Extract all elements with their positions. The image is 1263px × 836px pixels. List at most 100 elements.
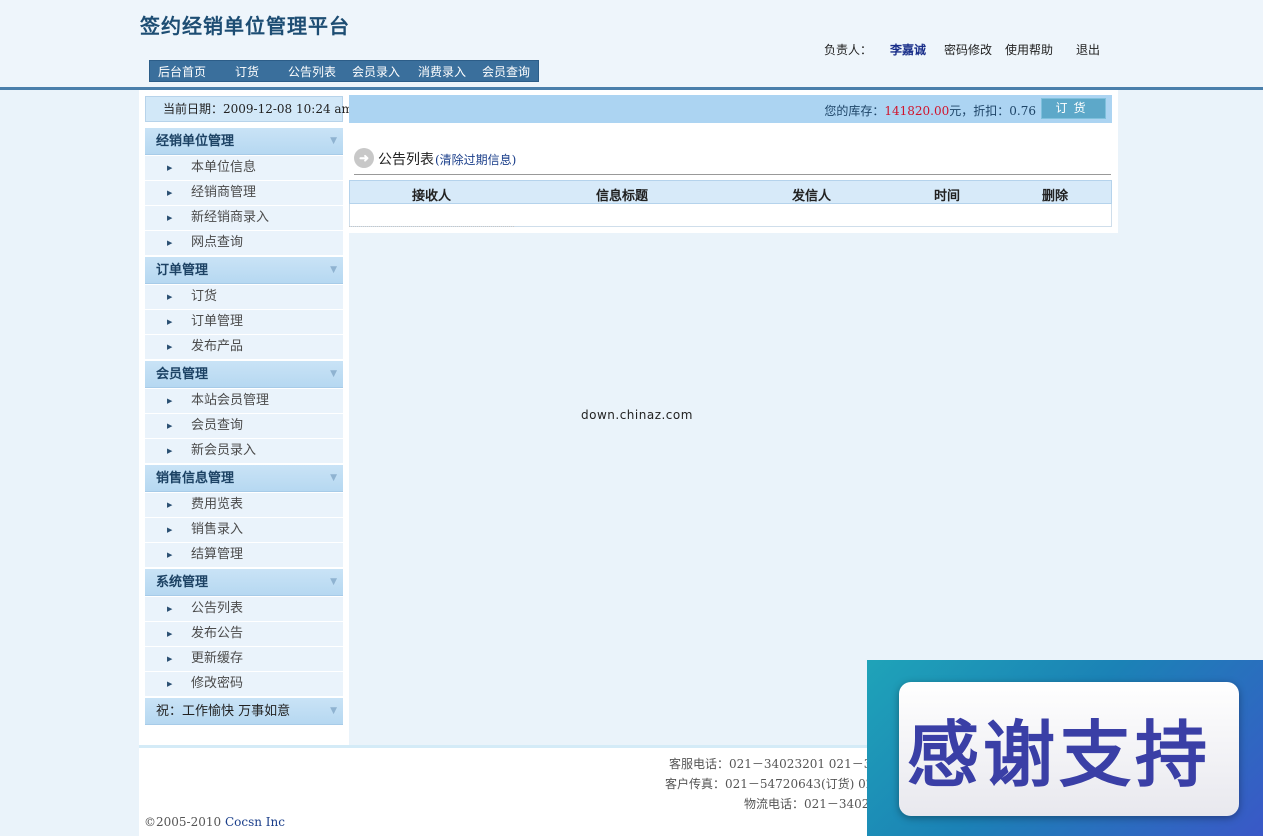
- menu-item-outlet-query[interactable]: ▶ 网点查询: [145, 231, 343, 256]
- app-title: 签约经销单位管理平台: [140, 14, 350, 38]
- nav-home[interactable]: 后台首页: [158, 63, 206, 80]
- menu-item-label: 新经销商录入: [191, 210, 270, 225]
- triangle-right-icon: ▶: [167, 214, 173, 222]
- chevron-down-icon: ▼: [330, 706, 337, 716]
- column-title: 信息标题: [596, 189, 649, 204]
- menu-item-unit-info[interactable]: ▶ 本单位信息: [145, 156, 343, 181]
- menu-item-publish-notice[interactable]: ▶ 发布公告: [145, 622, 343, 647]
- menu-item-label: 网点查询: [191, 235, 244, 250]
- menu-group-orders[interactable]: 订单管理 ▼: [145, 257, 343, 284]
- main-content: 您的库存：141820.00元，折扣：0.76 订货 ➜ 公告列表 (清除过期信…: [349, 90, 1118, 233]
- section-title: 公告列表: [378, 152, 434, 168]
- menu-item-label: 本站会员管理: [191, 393, 270, 408]
- nav-member-query[interactable]: 会员查询: [482, 63, 530, 80]
- menu-group-members[interactable]: 会员管理 ▼: [145, 361, 343, 388]
- menu-item-member-query[interactable]: ▶ 会员查询: [145, 414, 343, 439]
- chevron-down-icon: ▼: [330, 577, 337, 587]
- stock-amount: 141820.00: [884, 104, 950, 118]
- menu-item-label: 订单管理: [191, 314, 244, 329]
- menu-item-label: 公告列表: [191, 601, 244, 616]
- menu-item-expense-overview[interactable]: ▶ 费用览表: [145, 493, 343, 518]
- greeting-bar: 祝：工作愉快 万事如意 ▼: [145, 698, 343, 725]
- menu-item-label: 修改密码: [191, 676, 244, 691]
- triangle-right-icon: ▶: [167, 189, 173, 197]
- menu-item-notice-list[interactable]: ▶ 公告列表: [145, 597, 343, 622]
- order-button[interactable]: 订货: [1041, 98, 1106, 119]
- header: 签约经销单位管理平台 负责人： 李嘉诚 密码修改 使用帮助 退出 后台首页 订货…: [0, 0, 1263, 90]
- footer-logistics-phone: 物流电话：021－34028: [744, 797, 878, 811]
- menu-item-label: 费用览表: [191, 497, 244, 512]
- triangle-right-icon: ▶: [167, 447, 173, 455]
- menu-item-label: 本单位信息: [191, 160, 257, 175]
- clear-expired-link[interactable]: (清除过期信息): [435, 151, 516, 168]
- menu-item-label: 发布公告: [191, 626, 244, 641]
- triangle-right-icon: ▶: [167, 605, 173, 613]
- stock-bar: 您的库存：141820.00元，折扣：0.76 订货: [349, 95, 1112, 123]
- current-date: 当前日期：2009-12-08 10:24 am: [145, 96, 353, 122]
- nav-order[interactable]: 订货: [235, 63, 259, 80]
- menu-item-order-manage[interactable]: ▶ 订单管理: [145, 310, 343, 335]
- menu-item-refresh-cache[interactable]: ▶ 更新缓存: [145, 647, 343, 672]
- thanks-text: 感谢支持: [907, 713, 1212, 797]
- nav-notice-list[interactable]: 公告列表: [288, 63, 336, 80]
- menu-item-sales-entry[interactable]: ▶ 销售录入: [145, 518, 343, 543]
- triangle-right-icon: ▶: [167, 164, 173, 172]
- sidebar: 当前日期：2009-12-08 10:24 am 经销单位管理 ▼ ▶ 本单位信息…: [139, 90, 353, 745]
- chevron-down-icon: ▼: [330, 473, 337, 483]
- chevron-down-icon: ▼: [330, 136, 337, 146]
- triangle-right-icon: ▶: [167, 397, 173, 405]
- menu-item-label: 销售录入: [191, 522, 244, 537]
- thanks-card: 感谢支持: [899, 682, 1239, 816]
- menu-item-publish-product[interactable]: ▶ 发布产品: [145, 335, 343, 360]
- triangle-right-icon: ▶: [167, 551, 173, 559]
- stock-unit-label: 元，折扣：: [949, 104, 1010, 118]
- change-password-link[interactable]: 密码修改: [944, 41, 992, 58]
- menu-group-title: 销售信息管理: [156, 471, 235, 486]
- help-link[interactable]: 使用帮助: [1005, 41, 1053, 58]
- logout-link[interactable]: 退出: [1076, 41, 1100, 58]
- menu-group-title: 订单管理: [156, 263, 209, 278]
- column-receiver: 接收人: [412, 189, 452, 204]
- menu-item-place-order[interactable]: ▶ 订货: [145, 285, 343, 310]
- menu-item-settlement[interactable]: ▶ 结算管理: [145, 543, 343, 568]
- arrow-right-icon: ➜: [354, 148, 374, 168]
- triangle-right-icon: ▶: [167, 680, 173, 688]
- menu-item-new-member[interactable]: ▶ 新会员录入: [145, 439, 343, 464]
- triangle-right-icon: ▶: [167, 526, 173, 534]
- column-sender: 发信人: [792, 189, 832, 204]
- menu-item-dealer-manage[interactable]: ▶ 经销商管理: [145, 181, 343, 206]
- copyright: ©2005-2010 Cocsn Inc: [144, 815, 285, 829]
- column-time: 时间: [934, 189, 961, 204]
- triangle-right-icon: ▶: [167, 293, 173, 301]
- menu-item-label: 经销商管理: [191, 185, 257, 200]
- menu-group-system[interactable]: 系统管理 ▼: [145, 569, 343, 596]
- thanks-overlay: 感谢支持: [867, 660, 1263, 836]
- triangle-right-icon: ▶: [167, 655, 173, 663]
- triangle-right-icon: ▶: [167, 422, 173, 430]
- stock-label: 您的库存：: [824, 104, 885, 118]
- nav-member-entry[interactable]: 会员录入: [352, 63, 400, 80]
- column-delete: 删除: [1042, 189, 1069, 204]
- nav-consume-entry[interactable]: 消费录入: [418, 63, 466, 80]
- footer-service-phone: 客服电话：021－34023201 021－3402: [669, 757, 895, 771]
- menu-group-title: 会员管理: [156, 367, 209, 382]
- menu-item-label: 结算管理: [191, 547, 244, 562]
- menu-item-label: 会员查询: [191, 418, 244, 433]
- menu-group-sales[interactable]: 销售信息管理 ▼: [145, 465, 343, 492]
- triangle-right-icon: ▶: [167, 501, 173, 509]
- triangle-right-icon: ▶: [167, 630, 173, 638]
- footer-fax: 客户传真：021－54720643(订货) 021－: [665, 777, 894, 791]
- menu-item-label: 新会员录入: [191, 443, 257, 458]
- top-nav: 后台首页 订货 公告列表 会员录入 消费录入 会员查询: [149, 60, 539, 82]
- menu-item-label: 订货: [191, 289, 218, 304]
- menu-group-title: 系统管理: [156, 575, 209, 590]
- copyright-prefix: ©2005-2010: [144, 815, 225, 829]
- menu-item-site-members[interactable]: ▶ 本站会员管理: [145, 389, 343, 414]
- owner-name: 李嘉诚: [890, 43, 927, 57]
- greeting-text: 祝：工作愉快 万事如意: [156, 704, 291, 719]
- menu-group-dealer[interactable]: 经销单位管理 ▼: [145, 128, 343, 155]
- menu-item-change-password[interactable]: ▶ 修改密码: [145, 672, 343, 697]
- menu-item-new-dealer[interactable]: ▶ 新经销商录入: [145, 206, 343, 231]
- company-link[interactable]: Cocsn Inc: [225, 815, 285, 829]
- menu-group-title: 经销单位管理: [156, 134, 235, 149]
